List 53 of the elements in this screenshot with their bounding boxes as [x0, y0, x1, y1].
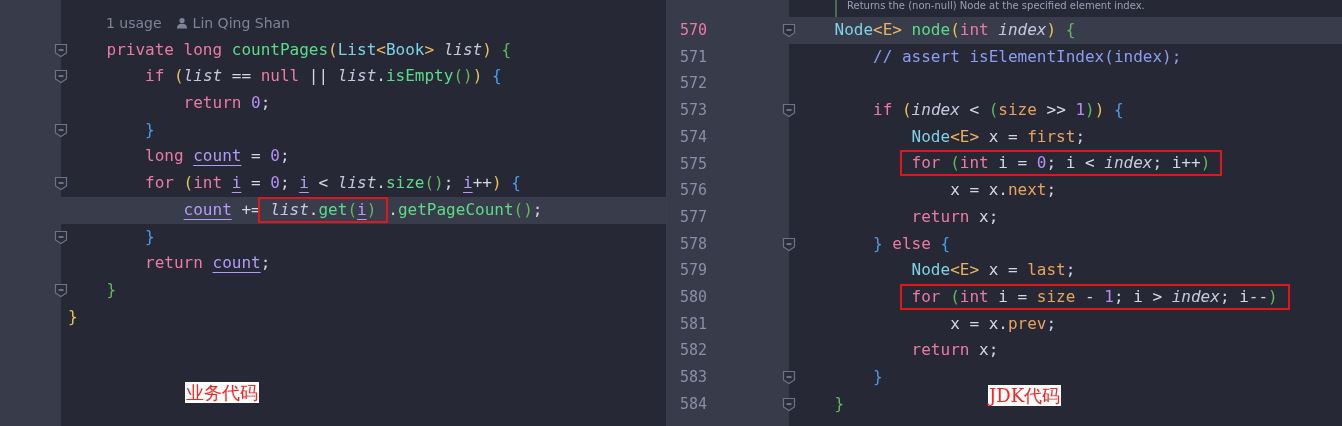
usage-count[interactable]: 1 usage	[106, 12, 162, 34]
line-number: 577	[680, 206, 708, 228]
line-number: 572	[680, 73, 708, 95]
code-line: }	[144, 118, 155, 141]
fold-icon[interactable]	[54, 122, 68, 138]
code-line: Node<E> x = last;	[910, 259, 1076, 282]
person-icon	[175, 17, 188, 30]
code-line: } else {	[872, 232, 951, 255]
line-number: 584	[680, 393, 708, 415]
annotation-label: 业务代码	[185, 382, 259, 403]
code-line: }	[67, 305, 78, 328]
code-line: if (index < (size >> 1)) {	[872, 99, 1124, 122]
code-line: x = x.next;	[949, 179, 1057, 202]
line-number: 574	[680, 126, 708, 148]
line-number: 579	[680, 260, 708, 282]
fold-icon[interactable]	[54, 69, 68, 85]
author-name[interactable]: Lin Qing Shan	[192, 12, 290, 34]
code-line: x = x.prev;	[949, 312, 1057, 335]
fold-icon[interactable]	[54, 282, 68, 298]
code-line: long count = 0;	[144, 145, 290, 168]
code-line: }	[872, 365, 883, 388]
fold-icon[interactable]	[54, 176, 68, 192]
line-number: 570	[680, 20, 708, 42]
line-number: 583	[680, 367, 708, 389]
fold-icon[interactable]	[782, 369, 796, 385]
line-number: 580	[680, 286, 708, 308]
code-line: return count;	[144, 252, 271, 275]
fold-icon[interactable]	[782, 23, 796, 38]
fold-icon[interactable]	[782, 236, 796, 252]
line-number: 582	[680, 340, 708, 362]
code-line: Node<E> x = first;	[910, 125, 1085, 148]
code-line: // assert isElementIndex(index);	[872, 45, 1182, 68]
line-number: 571	[680, 46, 708, 68]
fold-icon[interactable]	[54, 42, 68, 58]
fold-icon[interactable]	[782, 396, 796, 412]
line-number: 573	[680, 100, 708, 122]
fold-icon[interactable]	[54, 229, 68, 245]
fold-icon[interactable]	[782, 103, 796, 119]
code-line: Node<E> node(int index) {	[833, 19, 1076, 41]
code-line: }	[833, 392, 845, 415]
annotation-label: JDK代码	[988, 385, 1062, 406]
line-number: 581	[680, 313, 708, 335]
code-line: return x;	[910, 339, 999, 362]
code-line: return 0;	[182, 92, 271, 115]
code-line: if (list == null || list.isEmpty()) {	[144, 65, 502, 88]
line-number: 578	[680, 233, 708, 255]
code-line: return x;	[910, 205, 999, 228]
code-line: private long countPages(List<Book> list) {	[105, 38, 512, 61]
line-number: 575	[680, 153, 708, 175]
code-line: }	[105, 278, 117, 301]
code-line: for (int i = 0; i < list.size(); i++) {	[144, 172, 521, 195]
line-number: 576	[680, 180, 708, 202]
code-line: }	[144, 225, 155, 248]
